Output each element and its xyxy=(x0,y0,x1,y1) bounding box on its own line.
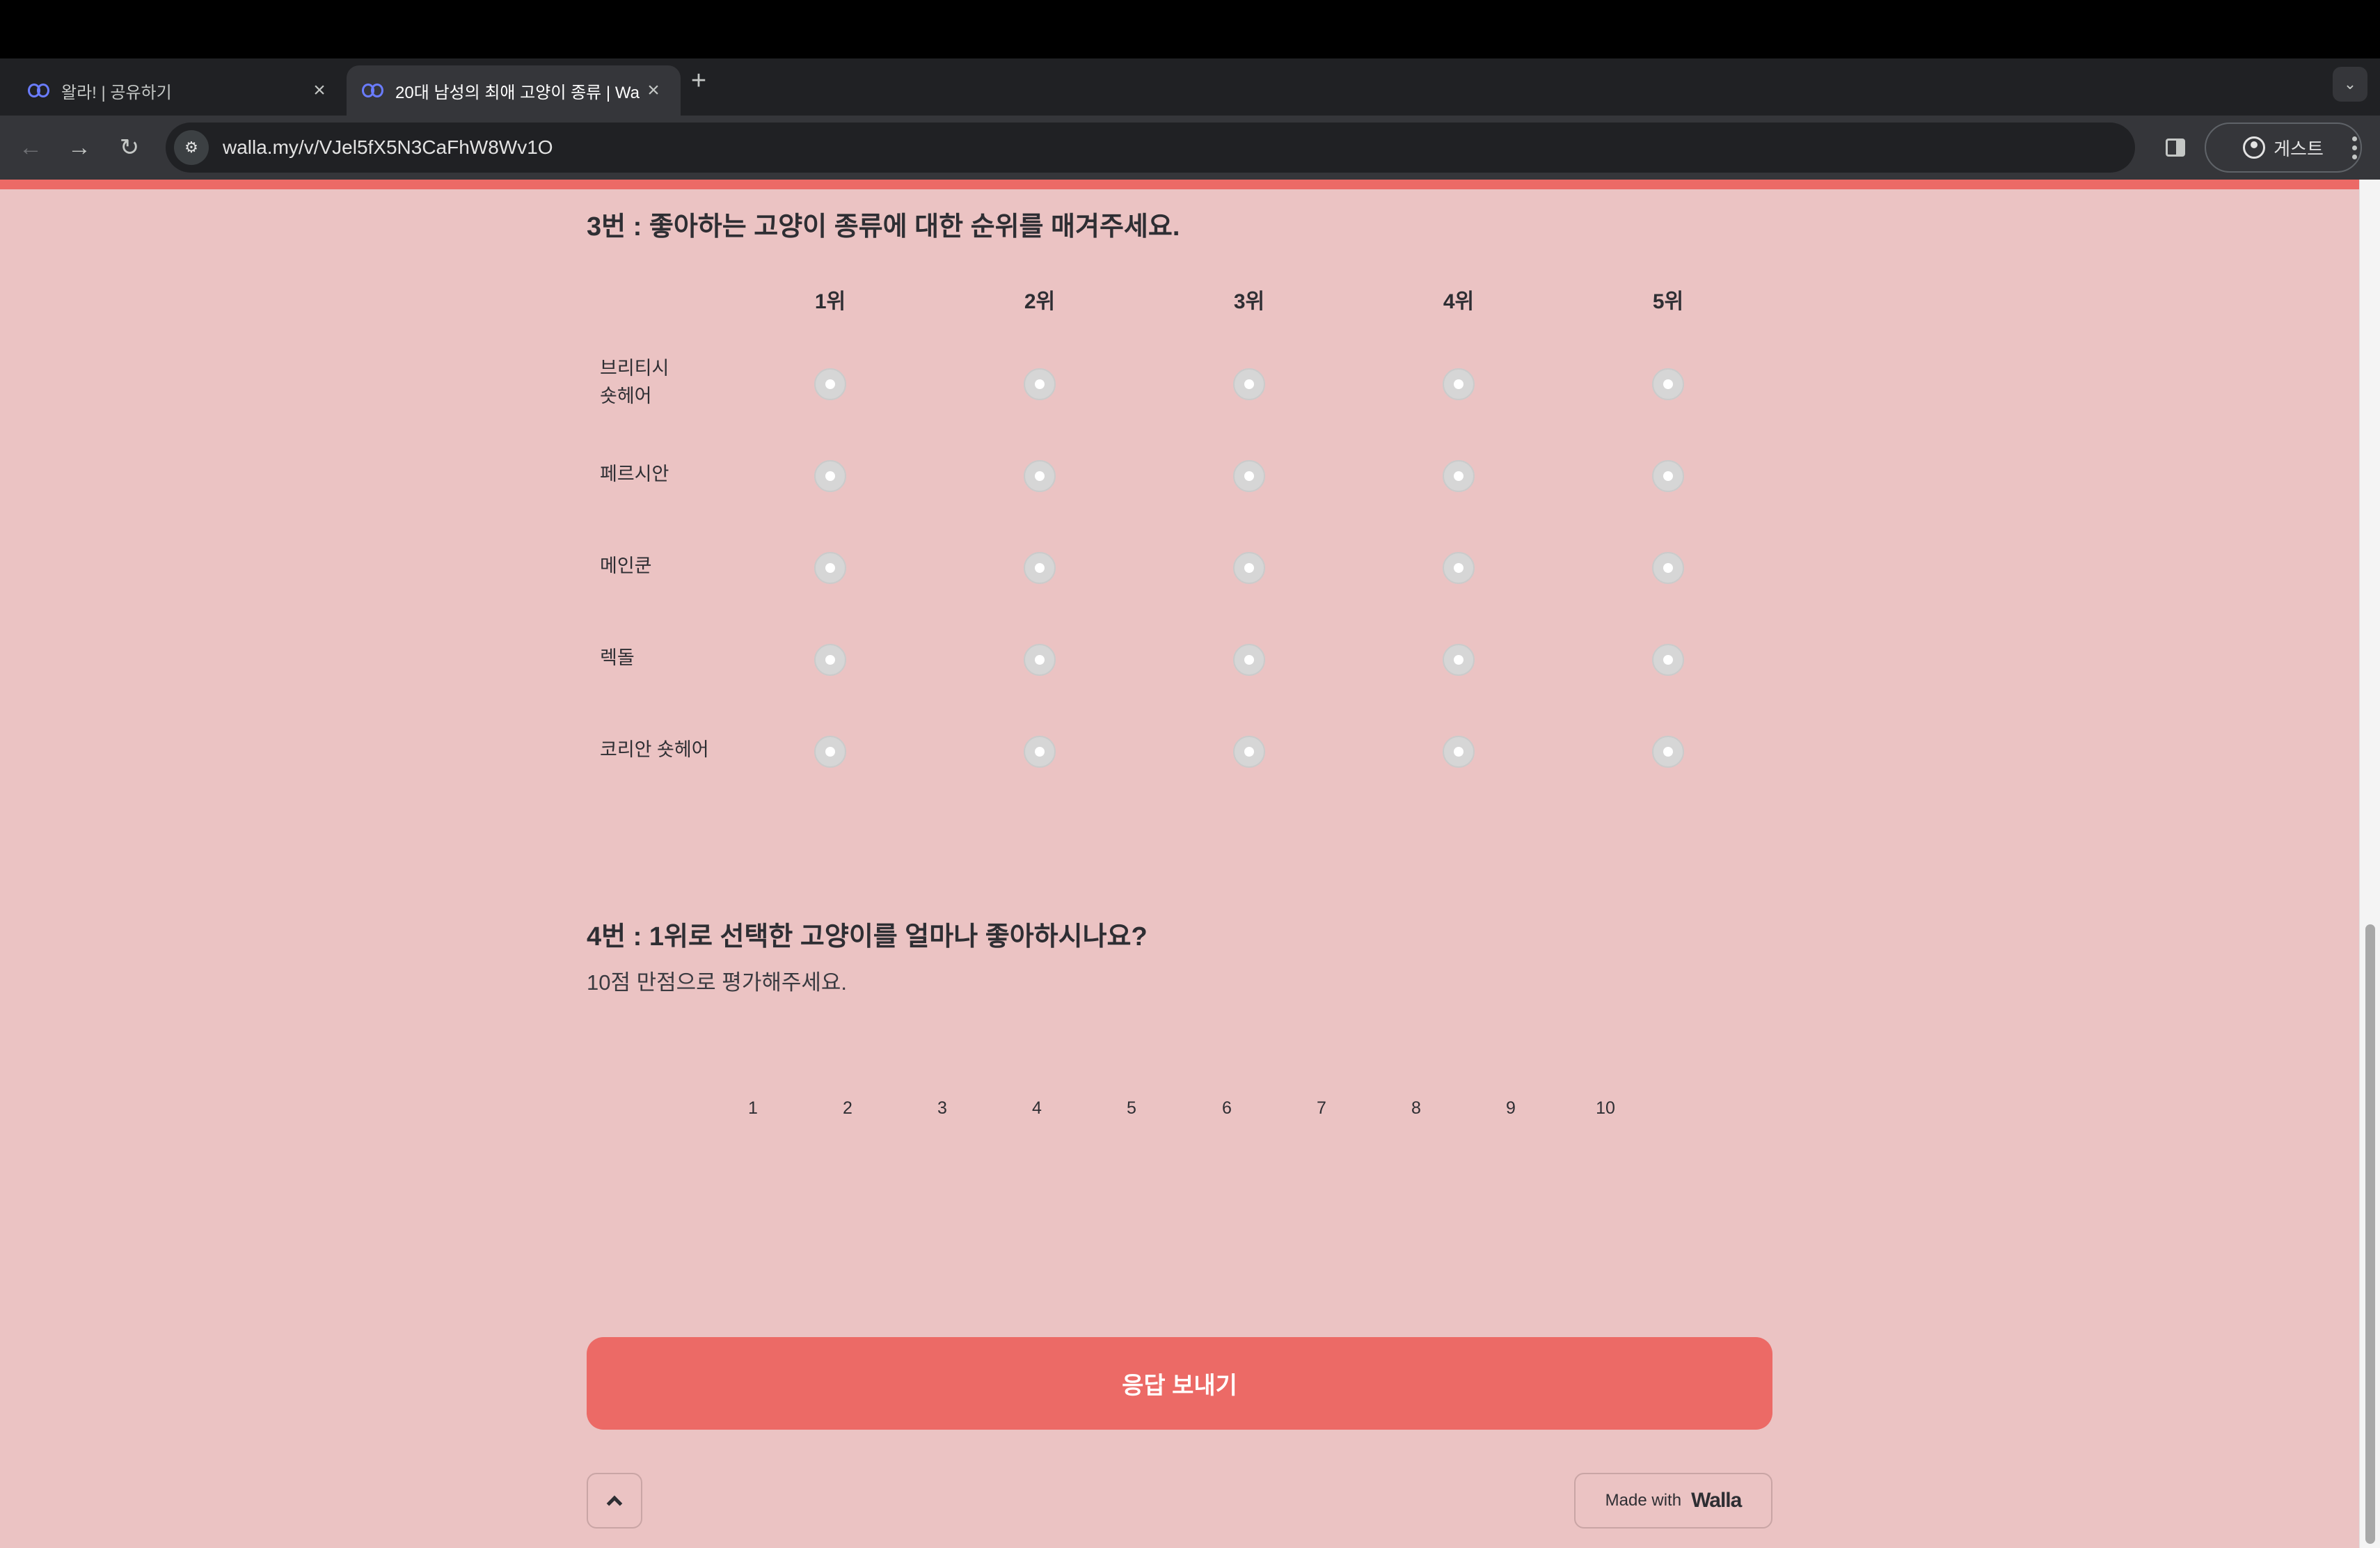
new-tab-button[interactable]: + xyxy=(685,66,713,95)
scrollbar-thumb[interactable] xyxy=(2365,924,2375,1544)
submit-response-button[interactable]: 응답 보내기 xyxy=(587,1337,1772,1430)
radio-korean-shorthair-rank-4[interactable] xyxy=(1443,736,1475,768)
radio-persian-rank-2[interactable] xyxy=(1024,460,1056,492)
column-header-rank-5: 5위 xyxy=(1652,290,1684,313)
row-label-persian: 페르시안 xyxy=(600,464,669,484)
radio-korean-shorthair-rank-2[interactable] xyxy=(1024,736,1056,768)
scale-option-4[interactable]: 4 xyxy=(1006,1098,1068,1119)
survey-page: 3번 : 좋아하는 고양이 종류에 대한 순위를 매겨주세요. 1위 2위 3위… xyxy=(0,180,2359,1548)
question-4-title: 4번 : 1위로 선택한 고양이를 얼마나 좋아하시나요? xyxy=(587,922,1148,951)
scale-option-3[interactable]: 3 xyxy=(911,1098,974,1119)
column-header-rank-3: 3위 xyxy=(1233,290,1265,313)
close-icon[interactable]: × xyxy=(642,79,665,102)
address-bar[interactable]: ⚙ walla.my/v/VJel5fX5N3CaFhW8Wv1O xyxy=(166,123,2135,173)
tab-title: 20대 남성의 최애 고양이 종류 | Wa xyxy=(395,83,640,102)
row-label-korean-shorthair: 코리안 숏헤어 xyxy=(600,739,709,760)
scale-option-9[interactable]: 9 xyxy=(1479,1098,1542,1119)
radio-maine-coon-rank-5[interactable] xyxy=(1652,552,1684,584)
scale-option-2[interactable]: 2 xyxy=(816,1098,879,1119)
scale-option-6[interactable]: 6 xyxy=(1196,1098,1258,1119)
scale-option-5[interactable]: 5 xyxy=(1100,1098,1163,1119)
progress-bar xyxy=(0,180,2359,189)
row-label-maine-coon: 메인쿤 xyxy=(600,555,652,576)
radio-british-shorthair-rank-3[interactable] xyxy=(1233,368,1265,400)
reload-icon[interactable]: ↻ xyxy=(111,129,148,166)
tab-title: 왈라! | 공유하기 xyxy=(61,83,172,102)
radio-ragdoll-rank-3[interactable] xyxy=(1233,644,1265,676)
browser-tab-strip: 왈라! | 공유하기 × 20대 남성의 최애 고양이 종류 | Wa × xyxy=(0,58,2380,116)
column-header-rank-1: 1위 xyxy=(814,290,846,313)
walla-logo: Walla xyxy=(1691,1489,1742,1512)
radio-persian-rank-4[interactable] xyxy=(1443,460,1475,492)
close-icon[interactable]: × xyxy=(308,79,331,102)
side-panel-icon[interactable] xyxy=(2157,129,2193,166)
profile-button[interactable]: 게스트 xyxy=(2205,123,2362,173)
tab-search-chevron-icon[interactable]: ⌄ xyxy=(2333,67,2367,102)
radio-persian-rank-3[interactable] xyxy=(1233,460,1265,492)
tab-survey[interactable]: 20대 남성의 최애 고양이 종류 | Wa × xyxy=(347,65,681,116)
radio-korean-shorthair-rank-1[interactable] xyxy=(814,736,846,768)
radio-ragdoll-rank-5[interactable] xyxy=(1652,644,1684,676)
site-settings-icon[interactable]: ⚙ xyxy=(174,130,209,165)
radio-ragdoll-rank-1[interactable] xyxy=(814,644,846,676)
page-scrollbar[interactable] xyxy=(2359,180,2380,1548)
radio-ragdoll-rank-2[interactable] xyxy=(1024,644,1056,676)
profile-label: 게스트 xyxy=(2274,138,2324,159)
radio-korean-shorthair-rank-3[interactable] xyxy=(1233,736,1265,768)
scale-option-7[interactable]: 7 xyxy=(1290,1098,1353,1119)
radio-persian-rank-1[interactable] xyxy=(814,460,846,492)
made-with-label: Made with xyxy=(1605,1491,1682,1510)
profile-avatar-icon xyxy=(2243,136,2266,159)
column-header-rank-2: 2위 xyxy=(1024,290,1056,313)
radio-british-shorthair-rank-5[interactable] xyxy=(1652,368,1684,400)
radio-maine-coon-rank-4[interactable] xyxy=(1443,552,1475,584)
radio-british-shorthair-rank-4[interactable] xyxy=(1443,368,1475,400)
radio-maine-coon-rank-2[interactable] xyxy=(1024,552,1056,584)
more-menu-icon[interactable] xyxy=(2344,129,2365,166)
radio-korean-shorthair-rank-5[interactable] xyxy=(1652,736,1684,768)
made-with-walla-badge[interactable]: Made with Walla xyxy=(1574,1473,1772,1529)
walla-favicon-icon xyxy=(28,82,51,99)
radio-maine-coon-rank-1[interactable] xyxy=(814,552,846,584)
row-label-ragdoll: 렉돌 xyxy=(600,647,635,668)
walla-favicon-icon xyxy=(362,82,386,99)
forward-arrow-icon[interactable]: → xyxy=(61,129,97,166)
scale-option-8[interactable]: 8 xyxy=(1385,1098,1447,1119)
radio-british-shorthair-rank-2[interactable] xyxy=(1024,368,1056,400)
url-text[interactable]: walla.my/v/VJel5fX5N3CaFhW8Wv1O xyxy=(223,136,553,159)
question-3-title: 3번 : 좋아하는 고양이 종류에 대한 순위를 매겨주세요. xyxy=(587,212,1180,242)
tab-walla-share[interactable]: 왈라! | 공유하기 × xyxy=(13,65,347,116)
scale-option-1[interactable]: 1 xyxy=(722,1098,784,1119)
scale-option-10[interactable]: 10 xyxy=(1574,1098,1637,1119)
browser-toolbar: ← → ↻ ⚙ walla.my/v/VJel5fX5N3CaFhW8Wv1O … xyxy=(0,116,2380,180)
back-arrow-icon[interactable]: ← xyxy=(13,129,49,166)
radio-british-shorthair-rank-1[interactable] xyxy=(814,368,846,400)
row-label-british-shorthair: 브리티시 숏헤어 xyxy=(600,358,669,406)
os-menu-bar xyxy=(0,0,2380,58)
radio-maine-coon-rank-3[interactable] xyxy=(1233,552,1265,584)
question-4-subtitle: 10점 만점으로 평가해주세요. xyxy=(587,970,848,995)
radio-ragdoll-rank-4[interactable] xyxy=(1443,644,1475,676)
scroll-up-chevron-icon[interactable] xyxy=(587,1473,642,1529)
column-header-rank-4: 4위 xyxy=(1443,290,1475,313)
radio-persian-rank-5[interactable] xyxy=(1652,460,1684,492)
